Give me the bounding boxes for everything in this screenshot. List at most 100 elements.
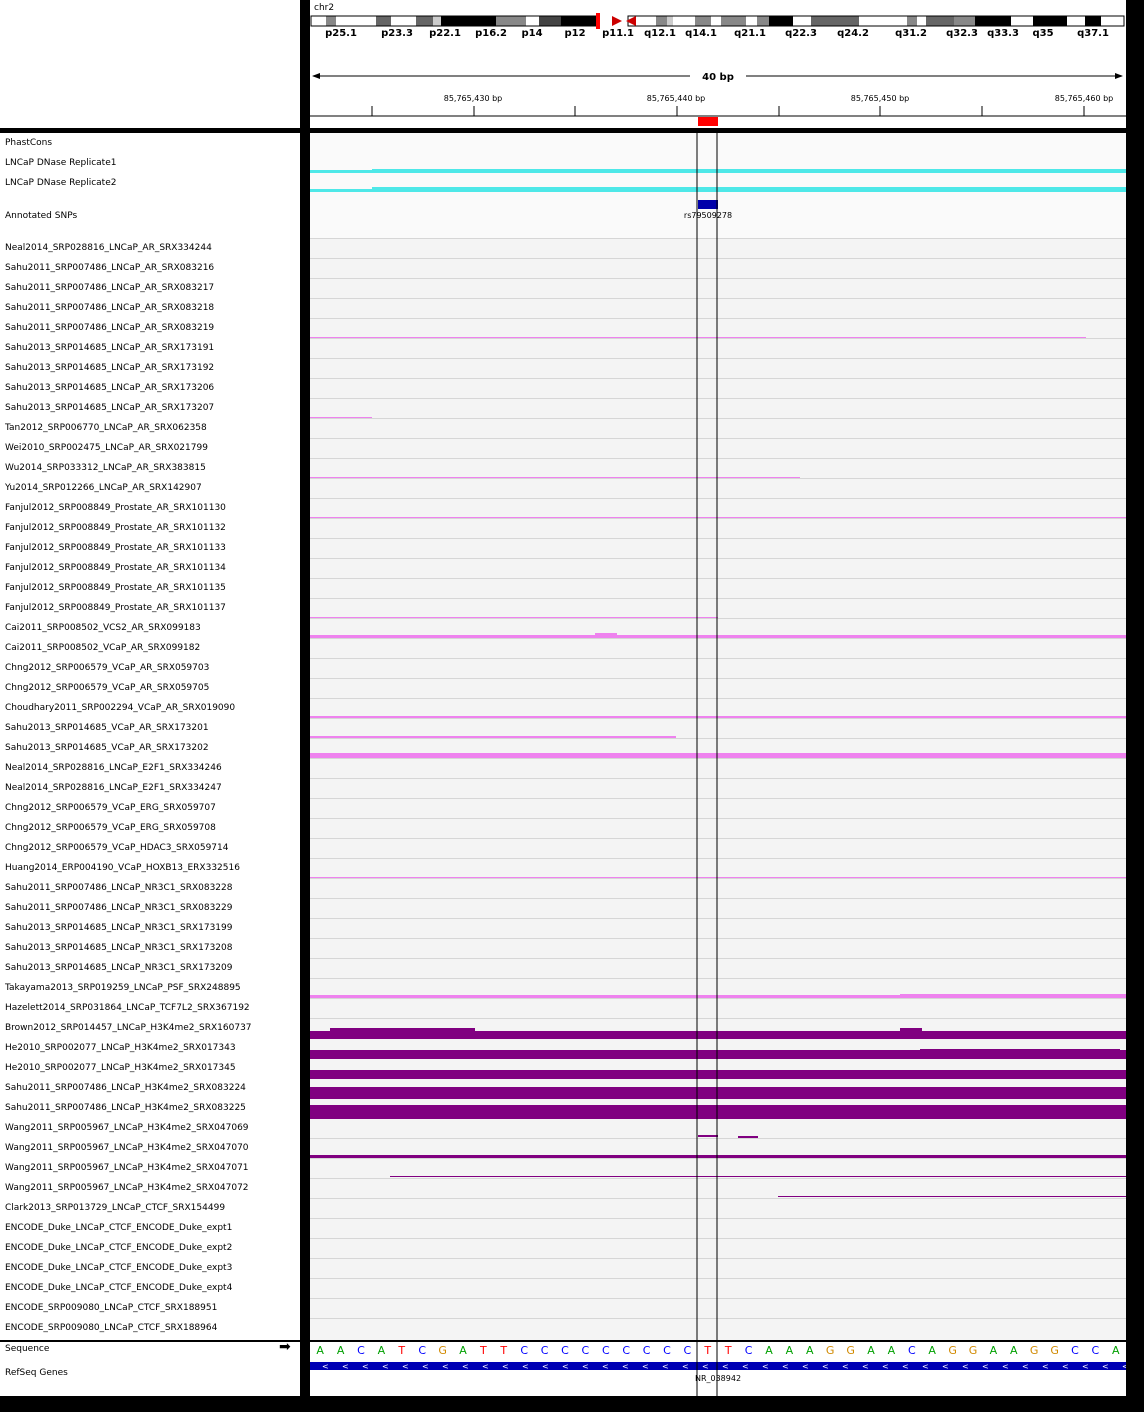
track-name[interactable]: He2010_SRP002077_LNCaP_H3K4me2_SRX017345 <box>5 1063 236 1073</box>
cytoband-segment <box>539 16 561 26</box>
track-name[interactable]: ENCODE_Duke_LNCaP_CTCF_ENCODE_Duke_expt3 <box>5 1263 232 1273</box>
track-separator <box>310 898 1126 899</box>
track-separator <box>310 598 1126 599</box>
track-name[interactable]: Chng2012_SRP006579_VCaP_ERG_SRX059708 <box>5 823 216 833</box>
track-name[interactable]: Sahu2013_SRP014685_LNCaP_AR_SRX173192 <box>5 363 214 373</box>
region-of-interest-marker <box>698 117 718 126</box>
track-separator <box>310 878 1126 879</box>
track-name[interactable]: Sahu2011_SRP007486_LNCaP_NR3C1_SRX083228 <box>5 883 232 893</box>
cytoband-segment <box>859 16 907 26</box>
track-name[interactable]: Brown2012_SRP014457_LNCaP_H3K4me2_SRX160… <box>5 1023 252 1033</box>
track-name[interactable]: Neal2014_SRP028816_LNCaP_E2F1_SRX334247 <box>5 783 222 793</box>
track-name[interactable]: Sahu2011_SRP007486_LNCaP_AR_SRX083218 <box>5 303 214 313</box>
track-name[interactable]: Sahu2011_SRP007486_LNCaP_AR_SRX083219 <box>5 323 214 333</box>
track-name[interactable]: Fanjul2012_SRP008849_Prostate_AR_SRX1011… <box>5 543 226 553</box>
track-name[interactable]: LNCaP DNase Replicate1 <box>5 158 116 168</box>
signal-bar <box>595 633 617 635</box>
sequence-base: C <box>582 1344 590 1357</box>
track-name[interactable]: Wu2014_SRP033312_LNCaP_AR_SRX383815 <box>5 463 206 473</box>
track-name[interactable]: Wang2011_SRP005967_LNCaP_H3K4me2_SRX0470… <box>5 1183 249 1193</box>
track-name[interactable]: Chng2012_SRP006579_VCaP_ERG_SRX059707 <box>5 803 216 813</box>
sequence-base: A <box>378 1344 386 1357</box>
track-name[interactable]: Cai2011_SRP008502_VCS2_AR_SRX099183 <box>5 623 201 633</box>
track-data-panel[interactable]: rs79509278 <box>310 133 1126 1340</box>
cytoband-segment <box>811 16 859 26</box>
track-separator <box>310 518 1126 519</box>
track-name[interactable]: Cai2011_SRP008502_VCaP_AR_SRX099182 <box>5 643 200 653</box>
chromosome-ideogram[interactable]: p25.1 p23.3 p22.1 p16.2 p14 p12 p11.1 q12.1 q14.… <box>310 0 1126 128</box>
track-name[interactable]: Wang2011_SRP005967_LNCaP_H3K4me2_SRX0470… <box>5 1163 249 1173</box>
track-separator <box>310 338 1126 339</box>
cytoband-label: p12 <box>564 28 585 39</box>
track-name[interactable]: Sahu2013_SRP014685_LNCaP_AR_SRX173207 <box>5 403 214 413</box>
track-name[interactable]: Clark2013_SRP013729_LNCaP_CTCF_SRX154499 <box>5 1203 225 1213</box>
track-name[interactable]: Fanjul2012_SRP008849_Prostate_AR_SRX1011… <box>5 523 226 533</box>
span-arrow-left-icon <box>312 73 320 79</box>
track-name[interactable]: Sahu2013_SRP014685_LNCaP_NR3C1_SRX173209 <box>5 963 232 973</box>
track-name[interactable]: Fanjul2012_SRP008849_Prostate_AR_SRX1011… <box>5 583 226 593</box>
sequence-base: C <box>1092 1344 1100 1357</box>
track-name[interactable]: Sahu2011_SRP007486_LNCaP_AR_SRX083216 <box>5 263 214 273</box>
track-name[interactable]: Fanjul2012_SRP008849_Prostate_AR_SRX1011… <box>5 503 226 513</box>
track-name[interactable]: Sahu2011_SRP007486_LNCaP_AR_SRX083217 <box>5 283 214 293</box>
feature-data-panel[interactable]: AACATCGATTCCCCCCCCCTTCAAAGGAACAGGAAGGCCA… <box>310 1342 1126 1396</box>
track-separator <box>310 998 1126 999</box>
sequence-base: C <box>622 1344 630 1357</box>
track-name[interactable]: Wang2011_SRP005967_LNCaP_H3K4me2_SRX0470… <box>5 1123 249 1133</box>
track-name[interactable]: PhastCons <box>5 138 52 148</box>
strand-direction-icon: < <box>1082 1362 1089 1371</box>
track-name[interactable]: Sahu2011_SRP007486_LNCaP_H3K4me2_SRX0832… <box>5 1083 246 1093</box>
cytoband-segment <box>954 16 975 26</box>
sequence-base: T <box>479 1344 487 1357</box>
track-name[interactable]: ENCODE_Duke_LNCaP_CTCF_ENCODE_Duke_expt2 <box>5 1243 232 1253</box>
track-name[interactable]: Wang2011_SRP005967_LNCaP_H3K4me2_SRX0470… <box>5 1143 249 1153</box>
strand-direction-icon: < <box>522 1362 529 1371</box>
track-name[interactable]: Choudhary2011_SRP002294_VCaP_AR_SRX01909… <box>5 703 235 713</box>
track-name[interactable]: Fanjul2012_SRP008849_Prostate_AR_SRX1011… <box>5 603 226 613</box>
track-name[interactable]: Tan2012_SRP006770_LNCaP_AR_SRX062358 <box>5 423 207 433</box>
track-name[interactable]: ENCODE_Duke_LNCaP_CTCF_ENCODE_Duke_expt1 <box>5 1223 232 1233</box>
track-name[interactable]: Sahu2011_SRP007486_LNCaP_NR3C1_SRX083229 <box>5 903 232 913</box>
signal-bar <box>310 1105 1126 1119</box>
track-name[interactable]: Sahu2013_SRP014685_LNCaP_AR_SRX173206 <box>5 383 214 393</box>
track-name[interactable]: Annotated SNPs <box>5 211 77 221</box>
track-name[interactable]: Takayama2013_SRP019259_LNCaP_PSF_SRX2488… <box>5 983 241 993</box>
strand-direction-icon: < <box>922 1362 929 1371</box>
track-name[interactable]: Chng2012_SRP006579_VCaP_AR_SRX059703 <box>5 663 209 673</box>
sequence-base: C <box>684 1344 692 1357</box>
sequence-base: C <box>908 1344 916 1357</box>
cytoband-label: q14.1 <box>685 28 717 39</box>
track-name[interactable]: Sahu2013_SRP014685_LNCaP_NR3C1_SRX173208 <box>5 943 232 953</box>
track-separator <box>310 398 1126 399</box>
track-name[interactable]: Neal2014_SRP028816_LNCaP_E2F1_SRX334246 <box>5 763 222 773</box>
track-name[interactable]: Sahu2013_SRP014685_VCaP_AR_SRX173202 <box>5 743 209 753</box>
track-name[interactable]: ENCODE_Duke_LNCaP_CTCF_ENCODE_Duke_expt4 <box>5 1283 232 1293</box>
track-name[interactable]: Hazelett2014_SRP031864_LNCaP_TCF7L2_SRX3… <box>5 1003 250 1013</box>
track-name[interactable]: Neal2014_SRP028816_LNCaP_AR_SRX334244 <box>5 243 212 253</box>
track-name[interactable]: Yu2014_SRP012266_LNCaP_AR_SRX142907 <box>5 483 202 493</box>
track-name[interactable]: LNCaP DNase Replicate2 <box>5 178 116 188</box>
header-ruler-panel[interactable]: chr2 p25.1 p23.3 p22.1 p16.2 p14 p12 p11.1 q12.… <box>310 0 1126 128</box>
track-name[interactable]: Chng2012_SRP006579_VCaP_AR_SRX059705 <box>5 683 209 693</box>
track-separator <box>310 1198 1126 1199</box>
track-name[interactable]: Wei2010_SRP002475_LNCaP_AR_SRX021799 <box>5 443 208 453</box>
track-name[interactable]: ENCODE_SRP009080_LNCaP_CTCF_SRX188951 <box>5 1303 217 1313</box>
track-name[interactable]: Sahu2013_SRP014685_LNCaP_NR3C1_SRX173199 <box>5 923 232 933</box>
track-separator <box>310 258 1126 259</box>
track-name[interactable]: Chng2012_SRP006579_VCaP_HDAC3_SRX059714 <box>5 843 228 853</box>
track-name[interactable]: Sahu2013_SRP014685_VCaP_AR_SRX173201 <box>5 723 209 733</box>
track-name[interactable]: Sahu2011_SRP007486_LNCaP_H3K4me2_SRX0832… <box>5 1103 246 1113</box>
strand-direction-icon: < <box>982 1362 989 1371</box>
strand-arrow-icon[interactable]: ➡ <box>279 1339 291 1355</box>
track-name[interactable]: Sahu2013_SRP014685_LNCaP_AR_SRX173191 <box>5 343 214 353</box>
cytoband-segment <box>376 16 391 26</box>
track-name[interactable]: He2010_SRP002077_LNCaP_H3K4me2_SRX017343 <box>5 1043 236 1053</box>
ruler-tick-label: 85,765,460 bp <box>1055 94 1114 103</box>
track-separator <box>310 718 1126 719</box>
sequence-base: C <box>745 1344 753 1357</box>
span-label: 40 bp <box>702 72 734 83</box>
track-name[interactable]: Fanjul2012_SRP008849_Prostate_AR_SRX1011… <box>5 563 226 573</box>
track-separator <box>310 798 1126 799</box>
track-name[interactable]: ENCODE_SRP009080_LNCaP_CTCF_SRX188964 <box>5 1323 217 1333</box>
track-name[interactable]: Huang2014_ERP004190_VCaP_HOXB13_ERX33251… <box>5 863 240 873</box>
